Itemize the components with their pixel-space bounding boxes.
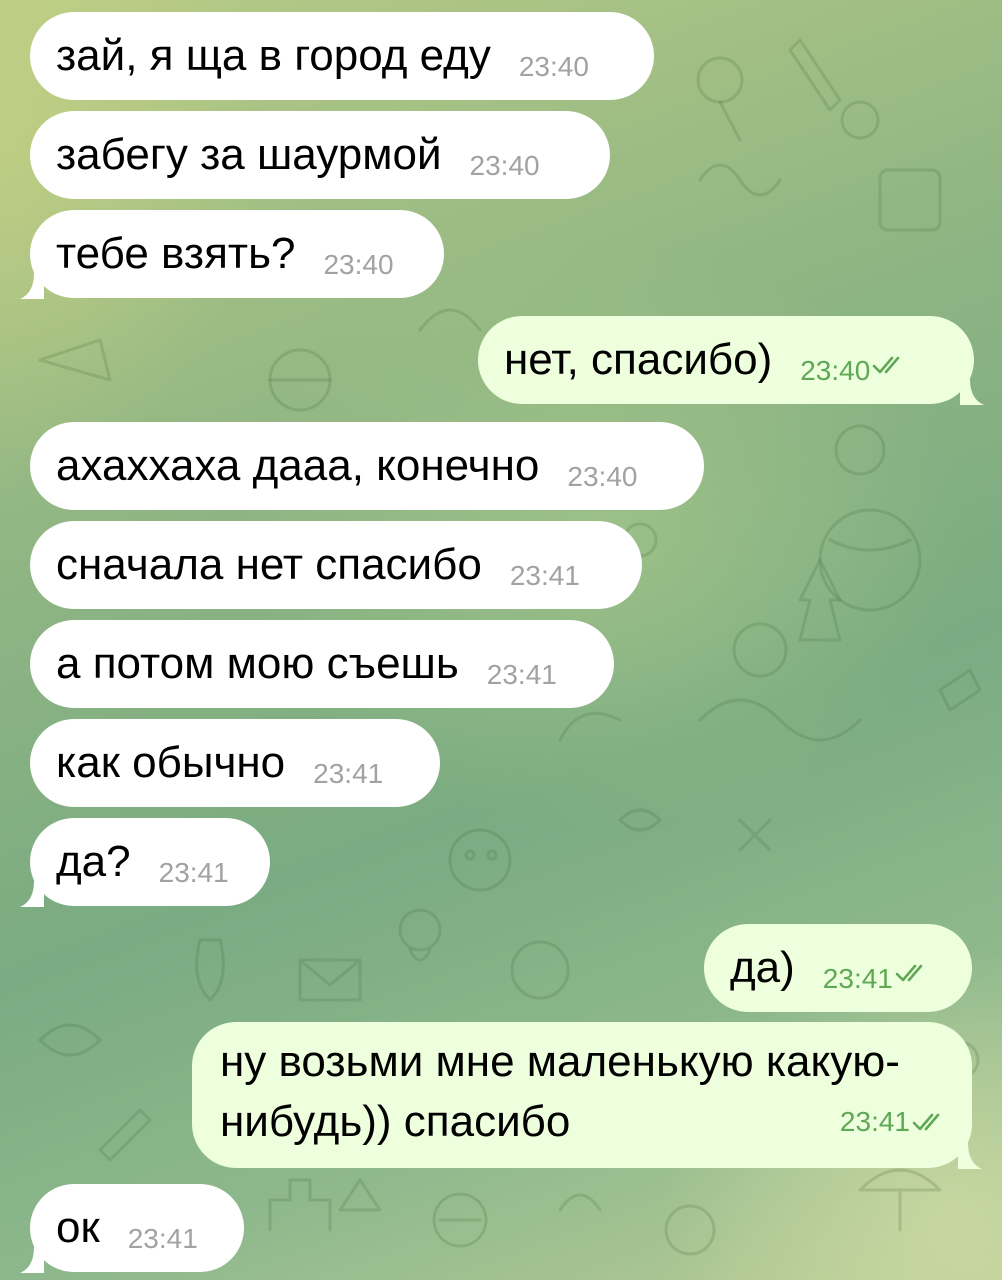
message-bubble-incoming[interactable]: ок 23:41 <box>20 1184 244 1273</box>
message-time: 23:40 <box>800 355 871 386</box>
message-time: 23:41 <box>486 659 557 690</box>
message-text: сначала нет спасибо <box>56 540 482 589</box>
message-text: как обычно <box>56 738 286 787</box>
message-text: ахаххаха дааа, конечно <box>56 441 540 490</box>
double-check-icon <box>895 926 929 1014</box>
message-text: а потом мою съешь <box>56 639 459 688</box>
bubble-tail <box>20 881 44 907</box>
message-time: 23:41 <box>158 857 229 888</box>
message-bubble-incoming[interactable]: а потом мою съешь 23:41 <box>30 620 614 708</box>
message-bubble-outgoing[interactable]: нет, спасибо) 23:40 <box>478 316 984 406</box>
message-text: ну возьми мне маленькую какую-нибудь)) с… <box>220 1037 900 1146</box>
message-text: зай, я ща в город еду <box>56 31 491 80</box>
message-bubble-incoming[interactable]: зай, я ща в город еду 23:40 <box>30 12 654 100</box>
message-time: 23:41 <box>313 758 384 789</box>
message-bubble-incoming[interactable]: как обычно 23:41 <box>30 719 440 807</box>
message-text: забегу за шаурмой <box>56 130 442 179</box>
message-time: 23:41 <box>840 1092 946 1154</box>
message-text: нет, спасибо) <box>504 335 773 384</box>
message-bubble-incoming[interactable]: да? 23:41 <box>20 818 270 907</box>
message-time: 23:41 <box>822 963 893 994</box>
message-time: 23:40 <box>469 150 540 181</box>
message-time: 23:40 <box>567 461 638 492</box>
message-bubble-outgoing[interactable]: да) 23:41 <box>704 924 972 1012</box>
message-bubble-incoming[interactable]: тебе взять? 23:40 <box>20 210 444 299</box>
double-check-icon <box>912 1094 946 1154</box>
message-time: 23:40 <box>518 51 589 82</box>
message-text: да) <box>730 943 795 992</box>
message-text: да? <box>56 837 131 886</box>
bubble-tail <box>958 1143 982 1169</box>
message-time: 23:41 <box>127 1223 198 1254</box>
message-text: тебе взять? <box>56 229 296 278</box>
bubble-tail <box>960 379 984 405</box>
message-time: 23:41 <box>509 560 580 591</box>
message-text: ок <box>56 1203 100 1252</box>
message-bubble-incoming[interactable]: ахаххаха дааа, конечно 23:40 <box>30 422 704 510</box>
double-check-icon <box>872 318 906 406</box>
message-bubble-incoming[interactable]: сначала нет спасибо 23:41 <box>30 521 642 609</box>
message-bubble-outgoing[interactable]: ну возьми мне маленькую какую-нибудь)) с… <box>192 1022 982 1169</box>
message-bubble-incoming[interactable]: забегу за шаурмой 23:40 <box>30 111 610 199</box>
message-time: 23:40 <box>323 249 394 280</box>
bubble-tail <box>20 1247 44 1273</box>
bubble-tail <box>20 273 44 299</box>
